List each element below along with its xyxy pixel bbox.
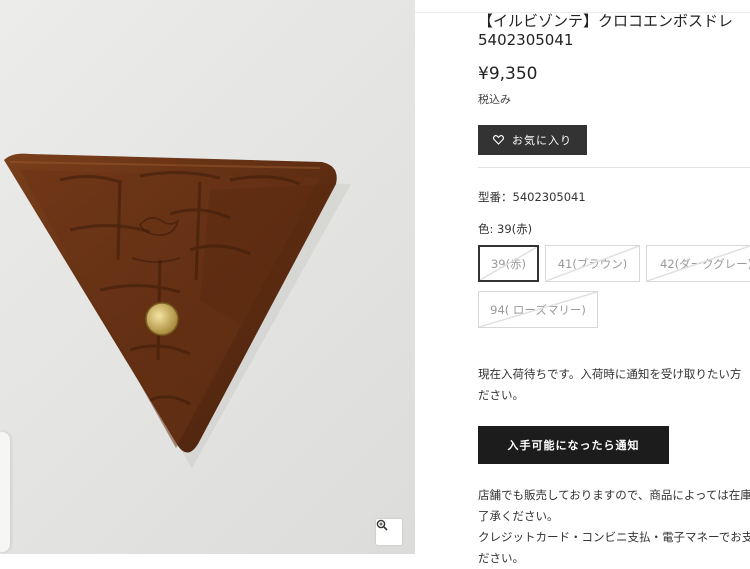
product-photo[interactable]	[0, 0, 415, 554]
store-note: 店舗でも販売しておりますので、商品によっては在庫 了承ください。 クレジットカー…	[478, 485, 750, 569]
variant-41-brown[interactable]: 41(ブラウン)	[545, 245, 640, 282]
variant-39-red[interactable]: 39(赤)	[478, 245, 539, 282]
restock-notice: 現在入荷待ちです。入荷時に通知を受け取りたい方 ださい。	[478, 364, 741, 406]
divider	[478, 167, 750, 168]
magnifier-icon	[376, 519, 388, 531]
model-number: 型番：5402305041	[478, 190, 586, 204]
store-note-line: 了承ください。	[478, 509, 559, 523]
favorite-button[interactable]: お気に入り	[478, 125, 587, 155]
heart-icon	[493, 135, 504, 145]
color-label: 色: 39(赤)	[478, 222, 533, 236]
unavailable-strike	[546, 246, 639, 281]
coin-case-image	[4, 153, 351, 468]
side-tab[interactable]	[0, 432, 10, 552]
product-code-line: 5402305041	[478, 31, 574, 49]
restock-notice-line: 現在入荷待ちです。入荷時に通知を受け取りたい方	[478, 367, 742, 381]
product-price: ¥9,350	[478, 64, 538, 84]
unavailable-strike	[479, 292, 597, 327]
product-title: 【イルビゾンテ】クロコエンボスドレ	[478, 12, 734, 30]
unavailable-strike	[480, 247, 537, 280]
store-note-line: 店舗でも販売しておりますので、商品によっては在庫	[478, 488, 750, 502]
tax-note: 税込み	[478, 93, 511, 106]
store-note-line: クレジットカード・コンビニ支払・電子マネーでお支	[478, 530, 750, 544]
store-note-line: ださい。	[478, 551, 524, 565]
favorite-label: お気に入り	[512, 134, 572, 147]
unavailable-strike	[647, 246, 750, 281]
variant-94-rosemary[interactable]: 94( ローズマリー)	[478, 291, 598, 328]
notify-when-available-button[interactable]: 入手可能になったら通知	[478, 426, 669, 464]
zoom-button[interactable]	[376, 519, 402, 545]
variant-42-dark-grey[interactable]: 42(ダークグレー)	[646, 245, 750, 282]
restock-notice-line: ださい。	[478, 388, 524, 402]
